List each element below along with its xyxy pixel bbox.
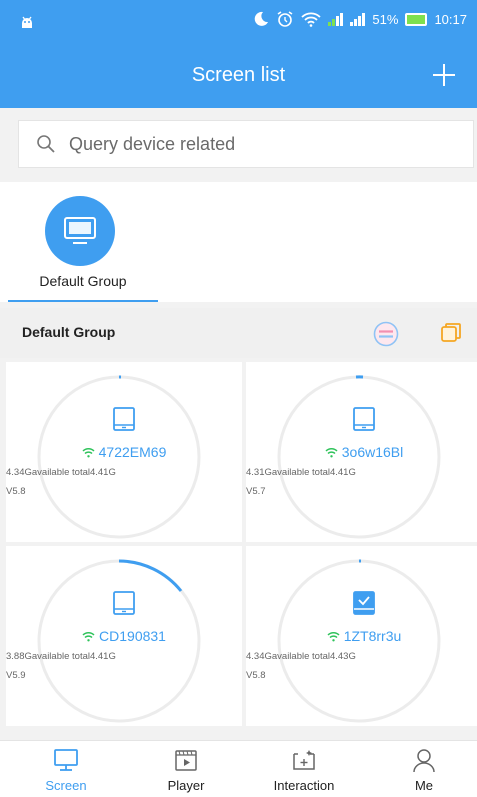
status-bar: 51% 10:17 <box>0 0 477 46</box>
nav-label: Player <box>167 778 205 793</box>
device-card[interactable]: 1ZT8rr3u 4.34Gavailable total4.43G V5.8 <box>246 546 477 726</box>
tablet-icon <box>113 591 135 615</box>
search-input[interactable] <box>69 133 449 155</box>
clock: 10:17 <box>434 11 467 27</box>
group-tabs: Default Group <box>0 182 477 302</box>
group-tab-default[interactable]: Default Group <box>8 182 158 302</box>
device-grid: 4722EM69 4.34Gavailable total4.41G V5.8 <box>0 362 477 738</box>
device-storage: 4.34Gavailable total4.43G <box>246 651 356 662</box>
player-icon <box>175 750 197 771</box>
nav-screen[interactable]: Screen <box>16 741 116 797</box>
section-title: Default Group <box>22 324 116 340</box>
group-avatar <box>45 196 115 266</box>
person-icon <box>413 749 435 773</box>
wifi-icon <box>325 447 338 457</box>
monitor-icon <box>54 749 78 771</box>
interaction-icon <box>293 750 315 770</box>
wifi-icon <box>301 12 322 27</box>
monitor-icon <box>64 217 96 244</box>
device-storage: 4.34Gavailable total4.41G <box>6 467 116 478</box>
device-card[interactable]: 3o6w16Bl 4.31Gavailable total4.41G V5.7 <box>246 362 477 542</box>
nav-label: Screen <box>45 778 87 793</box>
android-notification-icon <box>22 16 32 28</box>
group-label: Default Group <box>39 273 127 289</box>
group-tab-indicator <box>8 300 158 302</box>
search-icon <box>37 135 55 153</box>
section-header: Default Group <box>0 308 477 358</box>
device-name: 3o6w16Bl <box>341 444 404 460</box>
tablet-selected-icon <box>353 591 375 615</box>
device-name: 1ZT8rr3u <box>343 628 402 644</box>
nav-label: Interaction <box>273 778 335 793</box>
signal-2-icon <box>350 12 366 26</box>
wifi-icon <box>327 631 340 641</box>
device-name: 4722EM69 <box>98 444 167 460</box>
nav-me[interactable]: Me <box>374 741 474 797</box>
wifi-icon <box>82 447 95 457</box>
nav-player[interactable]: Player <box>136 741 236 797</box>
bottom-nav: Screen Player Interaction Me <box>0 740 477 797</box>
nav-interaction[interactable]: Interaction <box>254 741 354 797</box>
search-area <box>0 108 477 182</box>
tablet-icon <box>113 407 135 431</box>
device-version: V5.9 <box>6 670 26 681</box>
device-version: V5.8 <box>6 486 26 497</box>
page-title: Screen list <box>191 64 286 86</box>
add-icon[interactable] <box>427 58 461 92</box>
nav-label: Me <box>414 778 434 793</box>
device-card[interactable]: CD190831 3.88Gavailable total4.41G V5.9 <box>6 546 242 726</box>
signal-1-icon <box>328 12 344 26</box>
alarm-icon <box>277 11 293 27</box>
device-storage: 4.31Gavailable total4.41G <box>246 467 356 478</box>
tablet-icon <box>353 407 375 431</box>
device-storage: 3.88Gavailable total4.41G <box>6 651 116 662</box>
device-card[interactable]: 4722EM69 4.34Gavailable total4.41G V5.8 <box>6 362 242 542</box>
copy-icon[interactable] <box>439 321 463 345</box>
battery-icon <box>405 12 428 26</box>
device-name: CD190831 <box>99 628 166 644</box>
device-version: V5.7 <box>246 486 266 497</box>
wifi-icon <box>82 631 95 641</box>
device-version: V5.8 <box>246 670 266 681</box>
list-toggle-icon[interactable] <box>373 321 399 347</box>
moon-icon <box>255 11 269 26</box>
app-root: 51% 10:17 Screen list Query device relat… <box>0 0 477 797</box>
title-bar: Screen list <box>0 46 477 108</box>
search-box[interactable] <box>18 120 474 168</box>
battery-percent: 51% <box>372 11 399 27</box>
